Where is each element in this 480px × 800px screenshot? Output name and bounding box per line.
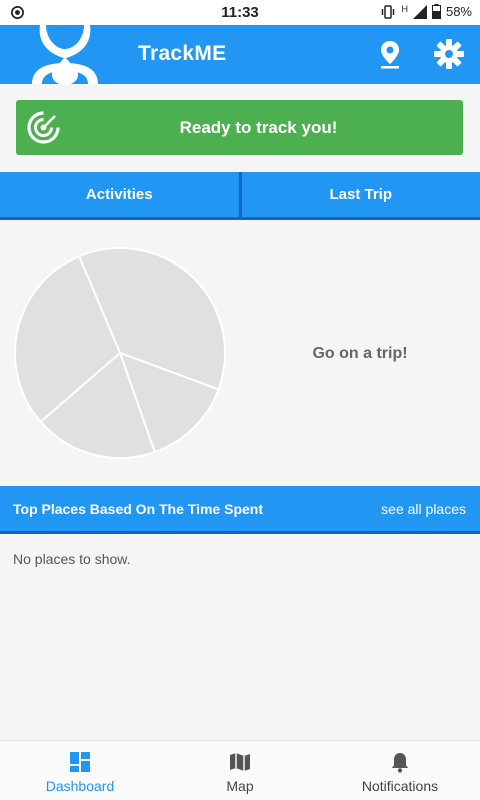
battery-percent: 58% [445, 4, 472, 19]
chart-empty-message: Go on a trip! [312, 345, 408, 362]
activity-chart: Go on a trip! [0, 220, 480, 486]
activity-pie-chart [14, 247, 226, 459]
map-icon [230, 753, 250, 771]
bell-icon [392, 753, 408, 773]
nav-map[interactable]: Map [160, 741, 320, 800]
no-places-message: No places to show. [13, 551, 131, 567]
app-title: TrackME [138, 42, 227, 65]
signal-icon [412, 4, 427, 19]
vibrate-icon [382, 4, 395, 19]
location-pin-icon[interactable] [373, 37, 407, 71]
battery-icon [431, 4, 441, 19]
bottom-navigation: Dashboard Map Notifications [0, 740, 480, 800]
nav-notifications[interactable]: Notifications [320, 741, 480, 800]
nav-dashboard-label: Dashboard [45, 778, 115, 794]
settings-gear-icon[interactable] [432, 37, 466, 71]
nav-notifications-label: Notifications [361, 778, 439, 794]
app-logo-icon [32, 25, 98, 84]
top-places-title: Top Places Based On The Time Spent [13, 501, 263, 517]
dashboard-tabs: Activities Last Trip [0, 172, 480, 220]
app-bar: TrackME [0, 25, 480, 84]
nav-dashboard[interactable]: Dashboard [0, 741, 160, 800]
tab-last-trip[interactable]: Last Trip [238, 172, 480, 220]
track-status-label: Ready to track you! [179, 118, 338, 137]
dashboard-icon [70, 752, 90, 772]
track-status-button[interactable]: Ready to track you! [16, 100, 463, 155]
top-places-header: Top Places Based On The Time Spent see a… [0, 486, 480, 534]
network-type: H [401, 3, 408, 14]
status-bar: 11:33 H 58% [0, 0, 480, 25]
tab-activities[interactable]: Activities [0, 172, 239, 220]
nav-map-label: Map [226, 778, 254, 794]
see-all-places-link[interactable]: see all places [381, 501, 466, 517]
